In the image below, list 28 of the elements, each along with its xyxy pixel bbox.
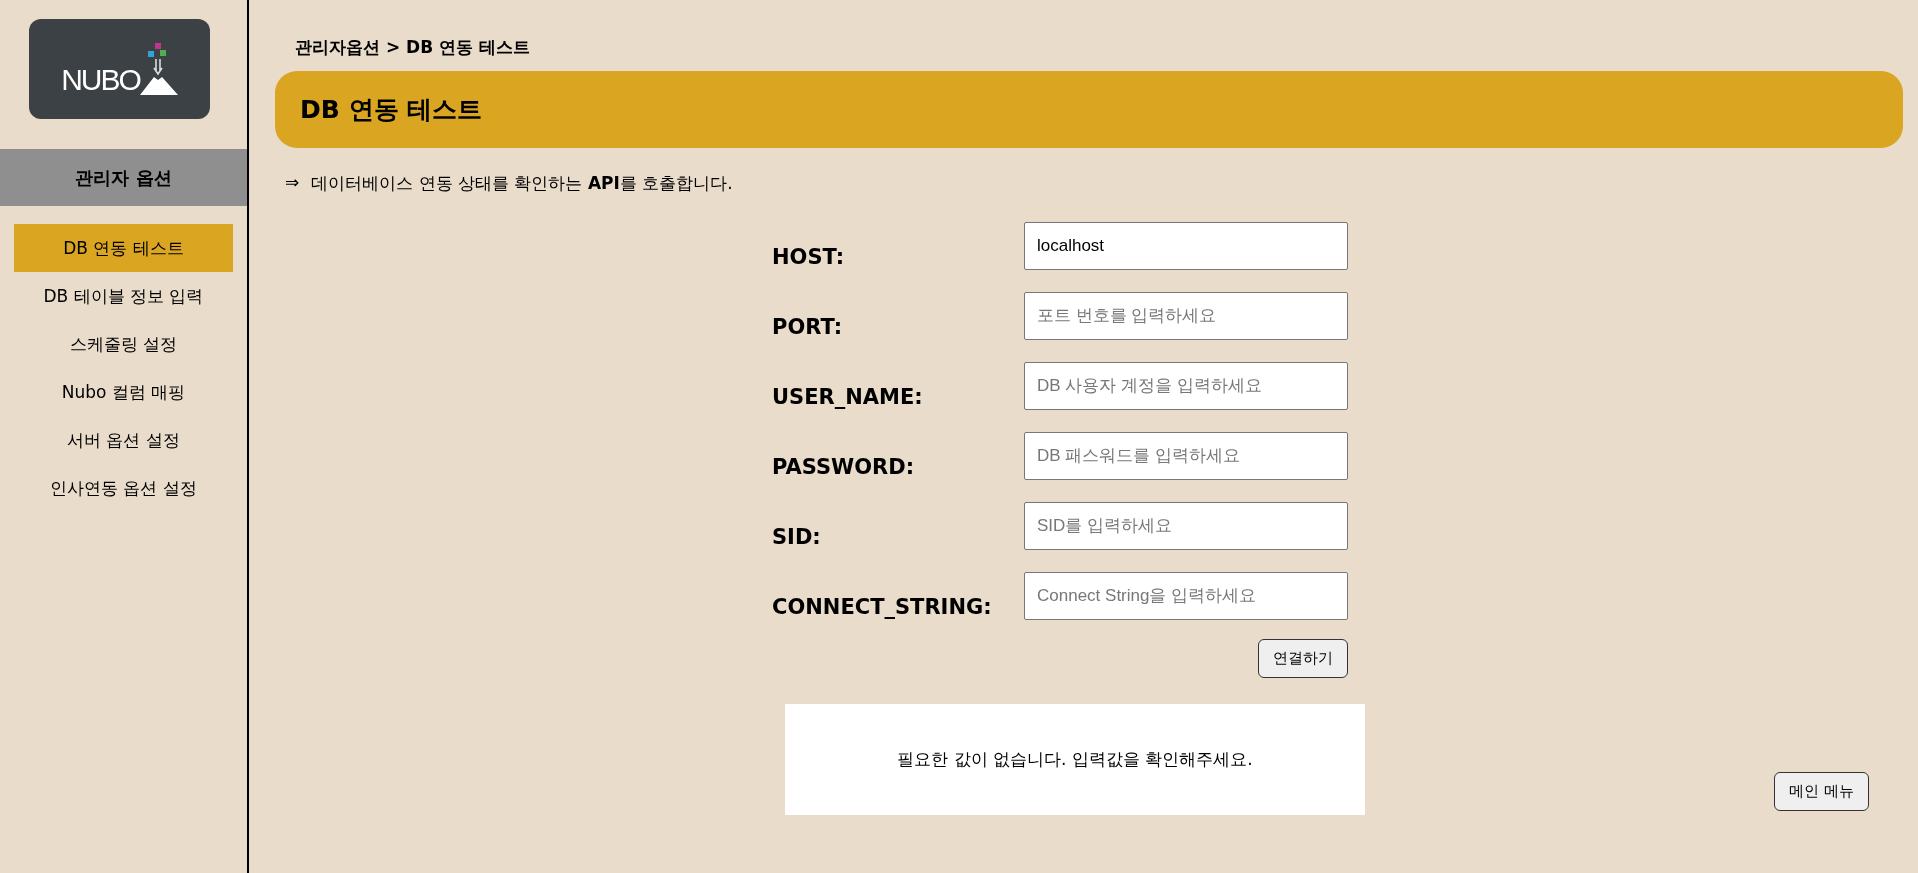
- field-label: USER_NAME:: [772, 384, 923, 409]
- field-label: CONNECT_STRING:: [772, 594, 992, 619]
- field-label: PASSWORD:: [772, 454, 915, 479]
- sidebar-item[interactable]: 서버 옵션 설정: [14, 416, 233, 464]
- input-field[interactable]: DB 사용자 계정을 입력하세요: [1024, 362, 1348, 410]
- input-field[interactable]: localhost: [1024, 222, 1348, 270]
- input-field[interactable]: SID를 입력하세요: [1024, 502, 1348, 550]
- arrow-icon: ⇒: [285, 172, 300, 195]
- mountain-logo-icon: [139, 43, 178, 95]
- sidebar-item[interactable]: DB 테이블 정보 입력: [14, 272, 233, 320]
- breadcrumb: 관리자옵션 > DB 연동 테스트: [294, 36, 531, 59]
- main-menu-button[interactable]: 메인 메뉴: [1774, 772, 1869, 811]
- logo-text: NUBO: [61, 65, 140, 95]
- sidebar-item[interactable]: Nubo 컬럼 매핑: [14, 368, 233, 416]
- field-label: PORT:: [772, 314, 843, 339]
- sidebar-header: 관리자 옵션: [0, 149, 247, 206]
- page-title: DB 연동 테스트: [300, 94, 483, 126]
- sidebar-item[interactable]: DB 연동 테스트: [14, 224, 233, 272]
- sidebar-item[interactable]: 스케줄링 설정: [14, 320, 233, 368]
- field-label: HOST:: [772, 244, 845, 269]
- message-text: 필요한 값이 없습니다. 입력값을 확인해주세요.: [897, 748, 1253, 771]
- connect-button[interactable]: 연결하기: [1258, 639, 1348, 678]
- field-label: SID:: [772, 524, 821, 549]
- sidebar-item[interactable]: 인사연동 옵션 설정: [14, 464, 233, 512]
- input-field[interactable]: Connect String을 입력하세요: [1024, 572, 1348, 620]
- description-text: 데이터베이스 연동 상태를 확인하는 API를 호출합니다.: [311, 172, 733, 195]
- input-field[interactable]: 포트 번호를 입력하세요: [1024, 292, 1348, 340]
- input-field[interactable]: DB 패스워드를 입력하세요: [1024, 432, 1348, 480]
